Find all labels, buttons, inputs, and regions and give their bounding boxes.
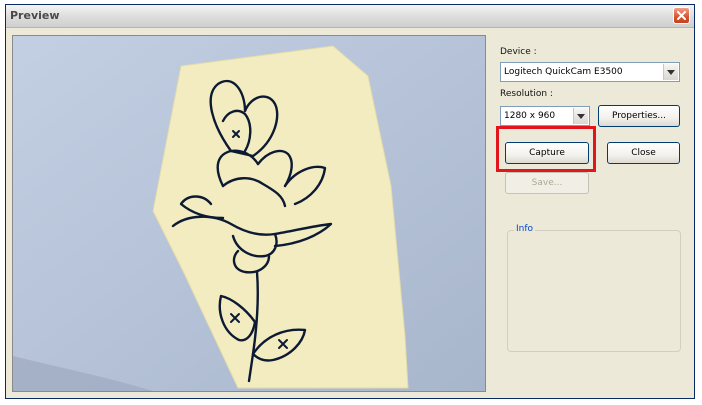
info-legend: Info (514, 224, 536, 234)
preview-window: Preview Device: Logitech QuickCam E3500… (5, 4, 695, 399)
device-dropdown-arrow[interactable] (663, 64, 678, 80)
resolution-selected-value: 1280 x 960 (504, 111, 556, 121)
save-button[interactable]: Save... (505, 172, 589, 194)
close-window-button[interactable] (673, 7, 690, 24)
resolution-label: Resolution : (500, 89, 553, 99)
chevron-down-icon (667, 70, 675, 75)
chevron-down-icon (577, 114, 585, 119)
dialog-content: Device : Logitech QuickCam E3500 Resolut… (6, 28, 694, 398)
save-button-label: Save... (531, 178, 563, 188)
title-bar[interactable]: Preview (6, 5, 694, 28)
camera-image (13, 36, 485, 391)
properties-button-label: Properties... (611, 111, 667, 121)
device-selected-value: Logitech QuickCam E3500 (504, 67, 623, 77)
capture-button[interactable]: Capture (505, 142, 589, 164)
close-button[interactable]: Close (607, 142, 680, 164)
window-title: Preview (10, 9, 60, 22)
device-select[interactable]: Logitech QuickCam E3500 (500, 62, 680, 82)
camera-preview (12, 35, 486, 392)
device-label: Device : (500, 47, 537, 57)
info-groupbox: Info (507, 224, 681, 352)
resolution-dropdown-arrow[interactable] (573, 108, 588, 124)
close-icon (677, 11, 686, 20)
capture-button-label: Capture (529, 148, 565, 158)
resolution-select[interactable]: 1280 x 960 (500, 106, 590, 126)
properties-button[interactable]: Properties... (598, 105, 680, 127)
close-button-label: Close (631, 148, 656, 158)
